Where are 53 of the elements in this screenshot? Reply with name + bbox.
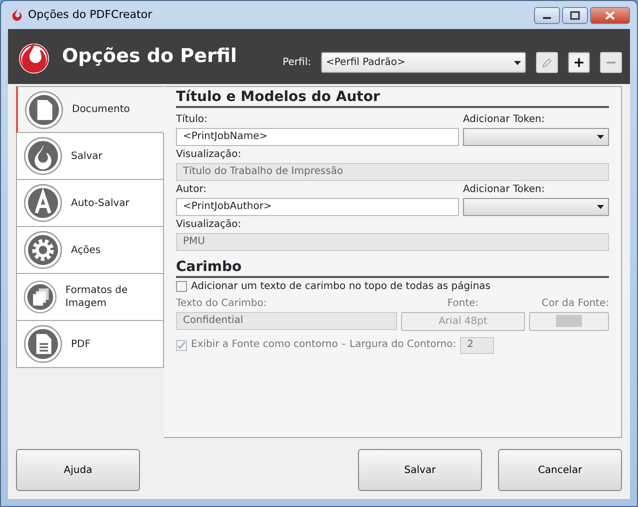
sidebar-item[interactable]: Formatos de Imagem — [16, 274, 164, 321]
section-heading: Carimbo — [176, 258, 609, 278]
caret-icon — [514, 60, 521, 64]
checkbox-label: Adicionar um texto de carimbo no topo de todas as páginas — [191, 280, 491, 293]
preview-field: PMU — [176, 232, 609, 251]
section-heading: Título e Modelos do Autor — [176, 89, 609, 108]
page-title: Opções do Perfil — [62, 44, 237, 70]
field-label: Visualização: — [176, 148, 242, 161]
text-field[interactable]: <PrintJobAuthor> — [176, 198, 459, 216]
field-label: Título: — [176, 114, 208, 126]
add-profile-button[interactable]: + — [568, 52, 590, 73]
maximize-icon — [570, 10, 580, 20]
flame-icon — [23, 136, 63, 176]
profile-label: Perfil: — [282, 56, 311, 70]
checkbox-label: Exibir a Fonte como contorno — [191, 339, 338, 352]
field-label: Adicionar Token: — [463, 114, 546, 126]
dialog-button[interactable]: Ajuda — [16, 449, 140, 491]
color-swatch — [556, 315, 582, 328]
field-label: Autor: — [176, 184, 208, 196]
field-label: Cor da Fonte: — [540, 298, 609, 310]
token-dropdown[interactable] — [463, 198, 609, 216]
sidebar-item[interactable]: PDF — [16, 321, 164, 368]
minimize-icon — [543, 17, 551, 19]
field-label: Largura do Contorno: — [350, 339, 456, 352]
window-title: Opções do PDFCreator — [28, 6, 152, 23]
sidebar-item[interactable]: Salvar — [16, 133, 164, 180]
close-icon — [605, 10, 615, 20]
maximize-button[interactable] — [562, 6, 588, 24]
close-button[interactable] — [590, 6, 630, 24]
app-logo-icon — [10, 8, 24, 22]
field-label: Adicionar Token: — [463, 184, 546, 196]
profile-dropdown[interactable]: <Perfil Padrão> — [321, 52, 526, 73]
token-dropdown[interactable] — [463, 128, 609, 146]
caret-icon — [597, 204, 604, 209]
font-color-button[interactable] — [529, 312, 609, 331]
sidebar-item[interactable]: Auto-Salvar — [16, 180, 164, 227]
dialog-button[interactable]: Salvar — [358, 449, 482, 491]
sidebar-item[interactable]: Ações — [16, 227, 164, 274]
separator-text: - — [342, 339, 346, 352]
document-icon — [24, 90, 64, 130]
document-lines-icon — [23, 324, 63, 364]
preview-field: Título do Trabalho de Impressão — [176, 162, 609, 181]
text-field[interactable]: <PrintJobName> — [176, 128, 459, 146]
field-label: Fonte: — [446, 298, 480, 310]
sidebar-item[interactable]: Documento — [16, 86, 164, 133]
pencil-icon — [541, 56, 553, 68]
letter-a-icon — [23, 183, 63, 223]
field-label: Texto do Carimbo: — [176, 298, 268, 310]
minimize-button[interactable] — [534, 6, 560, 24]
gear-icon — [23, 230, 63, 270]
caret-icon — [597, 134, 604, 139]
field-label: Visualização: — [176, 218, 242, 231]
dialog-button[interactable]: Cancelar — [498, 449, 622, 491]
